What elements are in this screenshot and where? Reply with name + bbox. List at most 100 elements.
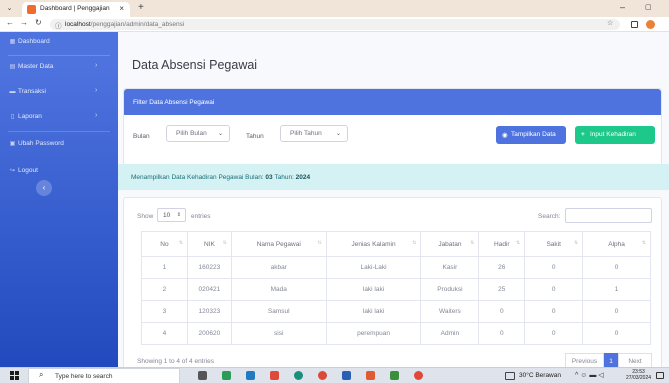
updown-icon: ⇕ [176,212,181,218]
browser-toolbar: ← → ↻ ⓘ localhost/penggajian/admin/data_… [0,17,669,32]
pagination-previous[interactable]: Previous [565,353,604,367]
chrome-active-icon[interactable] [414,371,423,380]
sidebar-item-transaksi[interactable]: ▬ Transaksi › [0,84,118,100]
tab-close-icon[interactable]: × [119,4,124,13]
forward-icon[interactable]: → [20,18,28,27]
bookmark-star-icon[interactable]: ☆ [607,19,613,27]
edge-icon[interactable] [294,371,303,380]
xampp-icon[interactable] [366,371,375,380]
table-cell: 0 [524,322,584,345]
table-cell: 120323 [186,300,232,323]
page-title: Data Absensi Pegawai [132,58,258,72]
column-header-sakit[interactable]: Sakit ⇅ [524,231,584,257]
notification-icon[interactable] [656,372,664,379]
column-header-jabatan[interactable]: Jabatan ⇅ [420,231,480,257]
alert-bulan: 03 [265,174,273,181]
app-icon[interactable] [270,371,279,380]
sidebar-divider [8,55,110,56]
tahun-select[interactable]: Pilih Tahun ⌄ [280,125,348,142]
filter-card-title: Filter Data Absensi Pegawai [133,99,215,106]
weather-icon[interactable] [505,372,515,380]
table-cell: 1 [141,256,188,279]
bulan-select[interactable]: Pilih Bulan ⌄ [166,125,230,142]
table-cell: 0 [582,300,651,323]
table-cell: Admin [420,322,480,345]
browser-tab-bar: ⌄ Dashboard | Penggajian × + – ▢ [0,0,669,17]
column-label: Jabatan [438,240,462,248]
tab-search-icon[interactable]: ⌄ [4,3,15,14]
input-kehadiran-button[interactable]: + Input Kehadiran [575,126,655,144]
system-tray-icons[interactable]: ^ ☺ ▬ ◁ [575,371,604,379]
sidebar-item-label: Laporan [18,113,42,120]
page-length-select[interactable]: 10 ⇕ [157,208,186,222]
sidepanel-icon[interactable] [631,21,638,28]
column-header-alpha[interactable]: Alpha ⇅ [582,231,651,257]
minimize-icon[interactable]: – [620,2,625,12]
sort-icon: ⇅ [641,240,646,246]
address-bar[interactable]: ⓘ localhost/penggajian/admin/data_absens… [50,19,620,30]
table-cell: akbar [230,256,327,279]
table-row: 2 020421 Mada laki laki Produksi 25 0 1 [141,278,651,301]
sidebar-toggle-button[interactable]: ‹ [36,180,52,196]
favicon-icon [27,5,36,14]
column-header-jenis-kelamin[interactable]: Jenias Kalamin ⇅ [325,231,422,257]
url-path: /penggajian/admin/data_absensi [90,21,185,28]
search-icon: ⌕ [39,370,44,379]
store-icon[interactable] [222,371,231,380]
table-cell: laki laki [325,278,422,301]
chevron-right-icon: › [95,87,98,94]
pagination-page-1[interactable]: 1 [604,353,618,367]
mail-icon[interactable] [246,371,255,380]
table-cell: Kasir [420,256,480,279]
task-view-icon[interactable] [198,371,207,380]
new-tab-icon[interactable]: + [138,2,144,13]
table-cell: 200620 [186,322,232,345]
table-search-input[interactable] [565,208,652,223]
table-cell: Mada [230,278,327,301]
column-header-hadir[interactable]: Hadir ⇅ [478,231,526,257]
tahun-select-value: Pilih Tahun [290,130,322,137]
back-icon[interactable]: ← [6,18,14,27]
sort-icon: ⇅ [516,240,521,246]
sublime-icon[interactable] [390,371,399,380]
chrome-icon[interactable] [318,371,327,380]
browser-tab[interactable]: Dashboard | Penggajian × [22,2,130,17]
clock[interactable]: 23:53 27/03/2024 [626,369,651,381]
sidebar-item-label: Logout [18,167,38,174]
sort-icon: ⇅ [412,240,417,246]
word-icon[interactable] [342,371,351,380]
pagination-next[interactable]: Next [618,353,652,367]
bulan-label: Bulan [133,133,150,140]
profile-avatar-icon[interactable] [646,20,655,29]
clock-date: 27/03/2024 [626,375,652,381]
table-info: Showing 1 to 4 of 4 entries [137,358,214,365]
column-header-nik[interactable]: NIK ⇅ [186,231,232,257]
sidebar-item-dashboard[interactable]: ▦ Dashboard [0,34,118,50]
sidebar-item-laporan[interactable]: ▯ Laporan › [0,109,118,125]
sidebar: ▦ Dashboard ▤ Master Data › ▬ Transaksi … [0,32,118,367]
alert-mid: Tahun: [272,174,296,181]
windows-start-icon[interactable] [10,371,19,380]
tampilkan-data-button[interactable]: ◉ Tampilkan Data [496,126,566,144]
sidebar-item-logout[interactable]: ↪ Logout [0,163,118,179]
site-info-icon[interactable]: ⓘ [55,20,62,30]
maximize-icon[interactable]: ▢ [645,3,652,11]
sidebar-item-master-data[interactable]: ▤ Master Data › [0,59,118,75]
weather-text[interactable]: 30°C Berawan [519,372,561,379]
column-header-no[interactable]: No ⇅ [141,231,188,257]
chevron-right-icon: › [95,112,98,119]
reload-icon[interactable]: ↻ [35,18,42,27]
table-cell: 0 [582,322,651,345]
show-label: Show [137,213,154,220]
taskbar-search[interactable]: ⌕ Type here to search [28,368,180,383]
dashboard-icon: ▦ [9,39,16,45]
sort-icon: ⇅ [317,240,322,246]
next-label: Next [628,358,642,365]
sidebar-item-ubah-password[interactable]: ▣ Ubah Password [0,136,118,152]
tahun-label: Tahun [246,133,264,140]
table-row: 4 200620 sisi perempuan Admin 0 0 0 [141,322,651,345]
table-cell: 0 [582,256,651,279]
table-cell: 0 [524,278,584,301]
column-header-nama[interactable]: Nama Pegawai ⇅ [230,231,327,257]
column-label: Nama Pegawai [256,240,301,248]
